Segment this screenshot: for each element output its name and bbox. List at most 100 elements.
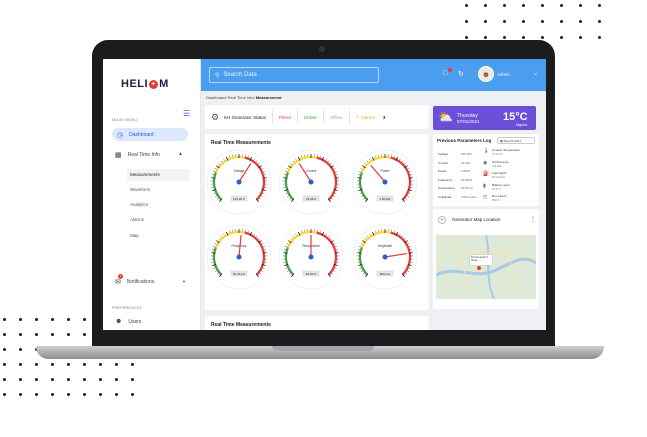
dot bbox=[541, 36, 544, 39]
chevron-down-icon[interactable]: ⌄ bbox=[533, 70, 538, 77]
dot bbox=[67, 393, 70, 396]
gauge-label: Frequency bbox=[231, 244, 246, 248]
map-tooltip: KH Generator 1 Abuja bbox=[470, 255, 492, 265]
cloud-sun-icon: ⛅ bbox=[438, 110, 453, 124]
dot bbox=[541, 4, 544, 7]
dot bbox=[465, 36, 468, 39]
log-key: Frequency bbox=[438, 177, 453, 182]
logo: HELI + M bbox=[121, 78, 169, 90]
search-input[interactable]: ⚲ Search Data bbox=[209, 67, 379, 83]
sidebar-item-users[interactable]: ☻ Users bbox=[112, 315, 141, 328]
log-key: Temperature bbox=[438, 186, 455, 190]
dot bbox=[560, 20, 563, 23]
dot bbox=[598, 20, 601, 23]
log-metric-value: 77.0 oC bbox=[492, 152, 503, 156]
gauge-readout: 1.60 kW bbox=[379, 197, 390, 201]
sidebar-sub-alarms[interactable]: Alarms bbox=[130, 217, 144, 222]
dot bbox=[115, 378, 118, 381]
sidebar-sub-measurements[interactable]: Measurements bbox=[130, 172, 160, 177]
user-icon: ☻ bbox=[115, 318, 123, 325]
dot bbox=[579, 20, 582, 23]
dot bbox=[3, 393, 6, 396]
dot bbox=[484, 36, 487, 39]
chevron-down-icon[interactable]: ▼ bbox=[182, 279, 186, 284]
dot bbox=[83, 333, 86, 336]
topbar: ⚲ Search Data □ ↻ ☻ Admin ⌄ bbox=[201, 59, 546, 91]
message-icon[interactable]: □ bbox=[443, 70, 447, 77]
avatar[interactable]: ☻ bbox=[478, 66, 494, 82]
dot bbox=[35, 378, 38, 381]
dot bbox=[484, 4, 487, 7]
admin-name[interactable]: Admin bbox=[497, 72, 510, 77]
refresh-icon[interactable]: ↻ bbox=[458, 70, 464, 78]
sidebar-sub-waveform[interactable]: Waveform bbox=[130, 187, 150, 192]
location-icon: ⌖ bbox=[438, 216, 446, 224]
sidebar-item-real-time-info[interactable]: ▦ Real Time Info bbox=[112, 148, 160, 161]
dot bbox=[67, 378, 70, 381]
gauge-current: Current 25.08 A bbox=[278, 149, 344, 215]
online-status: Online bbox=[296, 110, 323, 124]
gauge-label: Voltage bbox=[234, 169, 245, 173]
dot bbox=[131, 393, 134, 396]
map-pin-icon[interactable] bbox=[477, 266, 481, 270]
dot bbox=[51, 318, 54, 321]
gauge-voltage: Voltage 123.26 V bbox=[206, 149, 272, 215]
gauge-hub bbox=[308, 254, 314, 260]
gauge-label: Current bbox=[306, 169, 317, 173]
dot bbox=[579, 4, 582, 7]
second-panel-title: Real Time Measurements bbox=[211, 322, 271, 328]
map-view[interactable]: KH Generator 1 Abuja bbox=[436, 235, 536, 299]
gauges-panel: Real Time Measurements Voltage 123.26 V Cu… bbox=[205, 134, 429, 310]
sidebar-sub-analytics[interactable]: Analytics bbox=[130, 202, 148, 207]
alarms-status[interactable]: ⚠ Alarms bbox=[348, 110, 381, 124]
log-value: 3.5KW bbox=[461, 169, 471, 173]
dot bbox=[522, 4, 525, 7]
chevron-up-icon[interactable]: ▲ bbox=[178, 151, 183, 157]
weather-location: Nigeria bbox=[516, 123, 528, 127]
gauge-readout: 600 mA bbox=[380, 272, 390, 276]
pressure-icon: ◉ bbox=[483, 159, 488, 166]
gauge-power: Power 1.60 kW bbox=[352, 149, 418, 215]
status-title: KH Generator Status bbox=[224, 114, 266, 120]
gauges-svg: Voltage 123.26 V Current 25.08 A Power 1.60 k… bbox=[206, 149, 418, 290]
gauge-label: Power bbox=[380, 169, 390, 173]
notification-badge: 1 bbox=[118, 274, 123, 279]
search-icon: ⚲ bbox=[215, 72, 220, 79]
dot bbox=[99, 363, 102, 366]
dot bbox=[560, 36, 563, 39]
dot bbox=[99, 378, 102, 381]
sidebar-item-notifications[interactable]: ✉ 1 Notifications bbox=[112, 274, 154, 288]
generator-icon: ⚙ bbox=[211, 111, 220, 122]
gauge-frequency: Frequency 50.26 Hz bbox=[206, 224, 272, 290]
dot bbox=[579, 36, 582, 39]
log-date-picker[interactable]: ▦ May 04 2021 bbox=[497, 137, 535, 144]
dot bbox=[51, 378, 54, 381]
dot bbox=[83, 318, 86, 321]
dot bbox=[51, 393, 54, 396]
sidebar-sub-map[interactable]: Map bbox=[130, 233, 139, 238]
dot bbox=[503, 20, 506, 23]
more-options-icon[interactable]: ⋮ bbox=[530, 216, 536, 223]
dot bbox=[19, 393, 22, 396]
log-metric-value: 20.0 litres bbox=[492, 175, 506, 179]
dot bbox=[522, 36, 525, 39]
fuel-icon: ⛽ bbox=[483, 171, 490, 177]
hamburger-icon[interactable]: ☰ bbox=[183, 109, 190, 118]
clock-icon: ◴ bbox=[483, 194, 488, 200]
weather-date: 07/01/2021 bbox=[457, 119, 480, 124]
dot bbox=[99, 393, 102, 396]
sidebar-item-dashboard[interactable]: ◷ Dashboard bbox=[112, 128, 188, 141]
preferences-label: PREFERENCES bbox=[112, 305, 143, 310]
dot bbox=[83, 378, 86, 381]
log-value: 20.56 oC bbox=[461, 186, 474, 190]
weather-card: ⛅ Thursday 07/01/2021 15°C Nigeria bbox=[433, 106, 536, 130]
app-screen: HELI + M MAIN MENU ☰ ◷ Dashboard ▦ Real Ti… bbox=[103, 59, 546, 330]
dot bbox=[83, 363, 86, 366]
generator-status-bar: ⚙ KH Generator Status Petrol Online Offl… bbox=[205, 105, 429, 129]
log-key: Voltage bbox=[438, 152, 449, 156]
dot bbox=[115, 363, 118, 366]
dot bbox=[115, 393, 118, 396]
dot bbox=[35, 333, 38, 336]
dot bbox=[522, 20, 525, 23]
dot bbox=[3, 333, 6, 336]
